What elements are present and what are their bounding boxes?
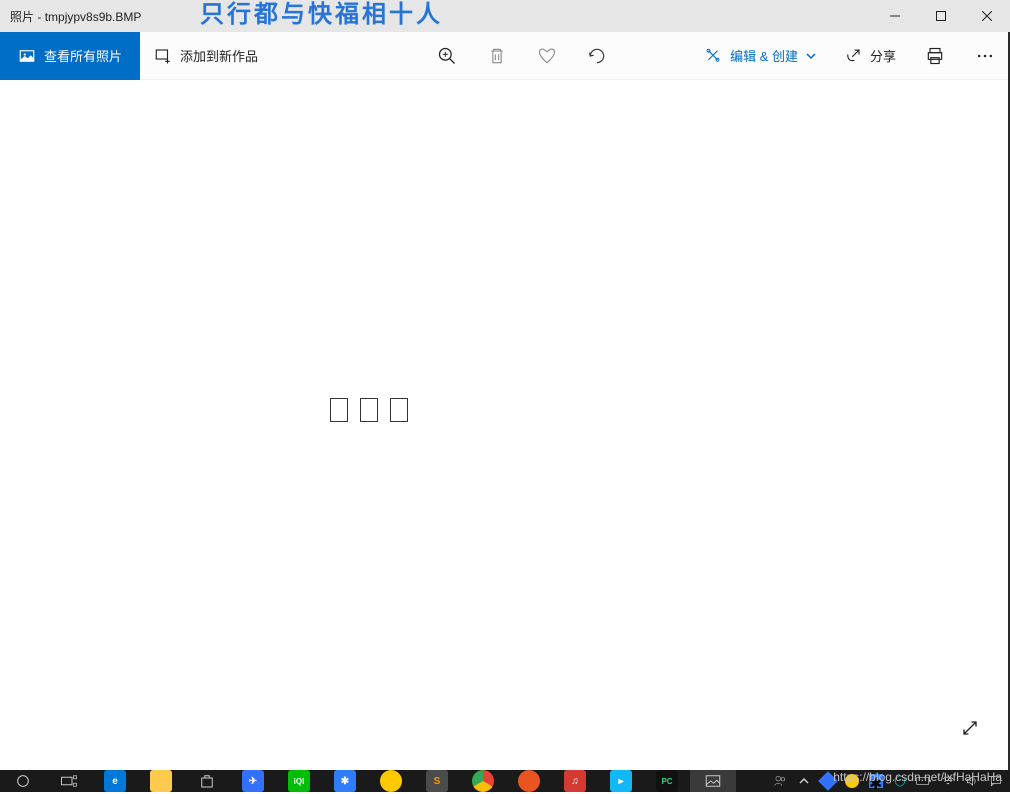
add-to-work-button[interactable]: 添加到新作品: [140, 32, 272, 80]
taskbar-app-feishu[interactable]: ✈: [230, 770, 276, 792]
taskbar-app-iqiyi[interactable]: iQI: [276, 770, 322, 792]
glyph-box: [390, 398, 408, 422]
taskbar-app-photos[interactable]: [690, 770, 736, 792]
favorite-button[interactable]: [522, 32, 572, 80]
minimize-icon: [890, 11, 900, 21]
view-all-label: 查看所有照片: [44, 46, 122, 65]
taskbar-edge[interactable]: e: [92, 770, 138, 792]
taskbar-taskview[interactable]: [46, 770, 92, 792]
add-work-icon: [154, 47, 172, 65]
rotate-icon: [587, 46, 607, 66]
store-icon: [198, 772, 216, 790]
close-button[interactable]: [964, 0, 1010, 32]
image-content: [330, 398, 408, 422]
tray-chevron-up[interactable]: [794, 772, 814, 790]
print-icon: [925, 46, 945, 66]
share-label: 分享: [870, 46, 896, 65]
taskview-icon: [60, 774, 78, 788]
view-all-photos-button[interactable]: 查看所有照片: [0, 32, 140, 80]
edit-create-button[interactable]: 编辑 & 创建: [690, 32, 830, 80]
close-icon: [982, 11, 992, 21]
photos-icon: [704, 772, 722, 790]
window-title: 照片 - tmpjypv8s9b.BMP: [10, 8, 141, 25]
more-icon: [975, 46, 995, 66]
minimize-button[interactable]: [872, 0, 918, 32]
expand-icon: [961, 719, 979, 737]
trash-icon: [487, 46, 507, 66]
taskbar-app-ubuntu[interactable]: [506, 770, 552, 792]
heart-icon: [537, 46, 557, 66]
taskbar-explorer[interactable]: [138, 770, 184, 792]
image-viewport[interactable]: [0, 80, 1008, 770]
zoom-icon: [437, 46, 457, 66]
partial-background-text: 只行都与快福相十人: [200, 0, 443, 29]
edit-icon: [704, 47, 722, 65]
tray-people[interactable]: [770, 772, 790, 790]
maximize-icon: [936, 11, 946, 21]
toolbar-center-group: [422, 32, 622, 80]
toolbar: 查看所有照片 添加到新作品 编辑 & 创建 分享: [0, 32, 1010, 80]
taskbar-app-pycharm[interactable]: PC: [644, 770, 690, 792]
window-controls: [872, 0, 1010, 32]
cortana-icon: [15, 773, 31, 789]
more-button[interactable]: [960, 32, 1010, 80]
share-button[interactable]: 分享: [830, 32, 910, 80]
chevron-down-icon: [806, 51, 816, 61]
taskbar-app-netease[interactable]: ♫: [552, 770, 598, 792]
add-work-label: 添加到新作品: [180, 46, 258, 65]
taskbar-cortana[interactable]: [0, 770, 46, 792]
titlebar: 照片 - tmpjypv8s9b.BMP: [0, 0, 1010, 32]
taskbar-app-360[interactable]: [368, 770, 414, 792]
zoom-button[interactable]: [422, 32, 472, 80]
taskbar-store[interactable]: [184, 770, 230, 792]
share-icon: [844, 47, 862, 65]
taskbar-app-tencent[interactable]: ▸: [598, 770, 644, 792]
glyph-box: [330, 398, 348, 422]
maximize-button[interactable]: [918, 0, 964, 32]
taskbar-app-chrome[interactable]: [460, 770, 506, 792]
photo-icon: [18, 47, 36, 65]
toolbar-right-group: 编辑 & 创建 分享: [690, 32, 1010, 80]
print-button[interactable]: [910, 32, 960, 80]
delete-button[interactable]: [472, 32, 522, 80]
glyph-box: [360, 398, 378, 422]
taskbar-app-sublime[interactable]: S: [414, 770, 460, 792]
fullscreen-button[interactable]: [956, 714, 984, 742]
watermark: https://blog.csdn.net/lxfHaHaHa: [833, 770, 1002, 784]
edit-create-label: 编辑 & 创建: [730, 46, 798, 65]
taskbar-app-rm[interactable]: ✱: [322, 770, 368, 792]
rotate-button[interactable]: [572, 32, 622, 80]
